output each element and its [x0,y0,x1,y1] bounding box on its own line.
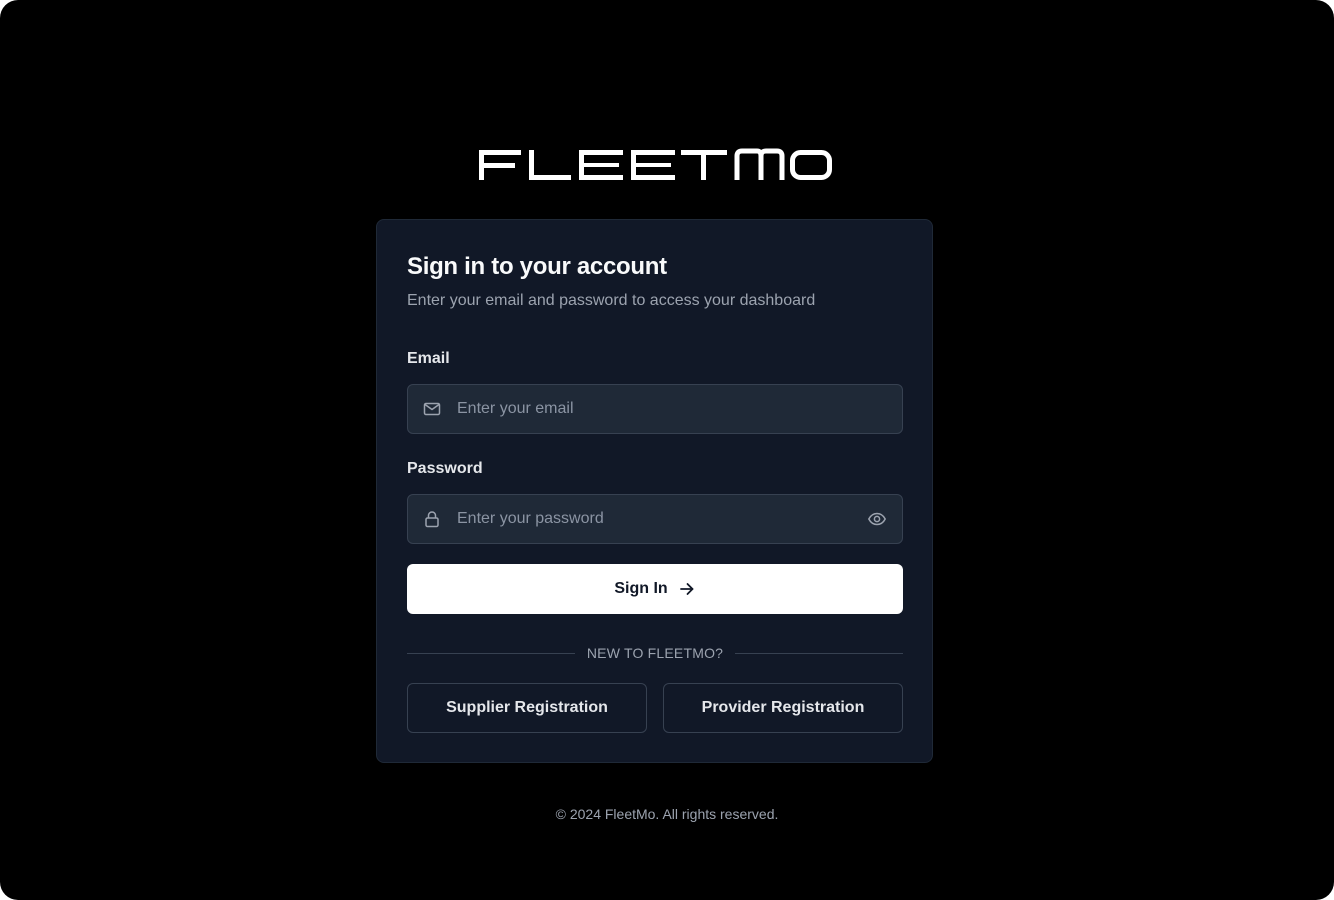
email-field[interactable] [407,384,903,434]
email-input[interactable] [457,385,847,433]
password-field[interactable] [407,494,903,544]
sign-in-label: Sign In [614,580,668,597]
footer-copyright: © 2024 FleetMo. All rights reserved. [555,806,779,822]
card-subtitle: Enter your email and password to access … [407,292,816,309]
fleetmo-logo [477,148,833,182]
sign-in-card: Sign in to your account Enter your email… [376,219,933,763]
card-title: Sign in to your account [407,253,667,280]
divider-text: NEW TO FLEETMO? [576,645,734,661]
new-to-fleetmo-divider: NEW TO FLEETMO? [407,645,903,661]
password-label: Password [407,460,483,477]
eye-icon[interactable] [867,509,887,529]
provider-registration-button[interactable]: Provider Registration [663,683,903,733]
arrow-right-icon [678,580,696,598]
lock-icon [422,509,442,529]
email-label: Email [407,350,450,367]
sign-in-button[interactable]: Sign In [407,564,903,614]
supplier-registration-button[interactable]: Supplier Registration [407,683,647,733]
mail-icon [422,399,442,419]
page-background: Sign in to your account Enter your email… [0,0,1334,900]
password-input[interactable] [457,495,847,543]
